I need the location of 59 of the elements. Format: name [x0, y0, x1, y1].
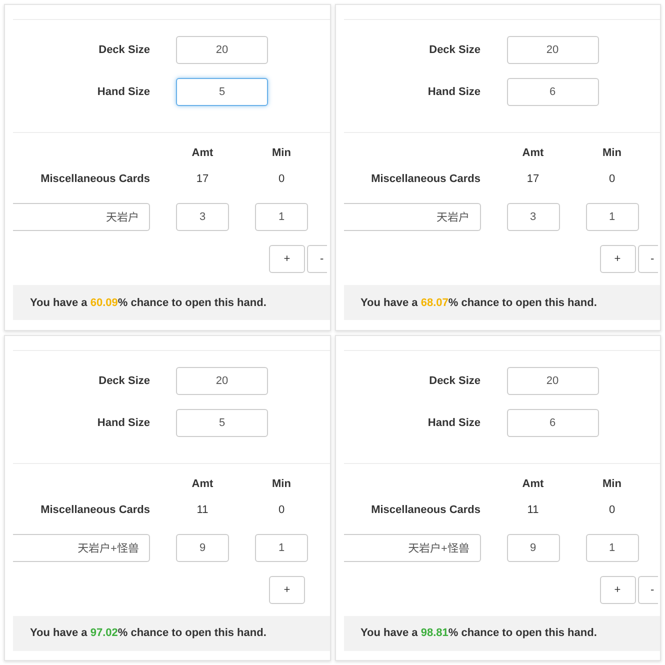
field-label: Deck Size: [429, 44, 480, 56]
card-name-field[interactable]: 天岩户+怪兽: [344, 534, 480, 562]
field-label: Hand Size: [428, 86, 480, 98]
remove-button[interactable]: -: [638, 245, 658, 273]
number-field[interactable]: 1: [255, 534, 308, 562]
number-field[interactable]: 1: [586, 534, 638, 562]
row-label: Miscellaneous Cards: [371, 504, 480, 516]
column-header: Amt: [192, 478, 214, 490]
number-field[interactable]: 5: [176, 408, 268, 436]
field-label: Hand Size: [428, 416, 480, 428]
number-field[interactable]: 9: [506, 534, 560, 562]
result-text: You have a 97.02% chance to open this hand.: [30, 627, 266, 639]
row-label: Miscellaneous Cards: [40, 173, 150, 185]
card-name-field[interactable]: 天岩户: [344, 203, 480, 231]
remove-button[interactable]: -: [638, 576, 658, 604]
result-text: You have a 68.07% chance to open this hand.: [360, 296, 597, 308]
number-field[interactable]: 3: [506, 203, 560, 231]
number-field[interactable]: 20: [176, 36, 268, 64]
table-cell: 0: [278, 504, 285, 516]
number-field[interactable]: 20: [506, 36, 598, 64]
column-header: Amt: [192, 147, 214, 159]
field-label: Deck Size: [98, 374, 150, 386]
number-field[interactable]: 6: [506, 78, 598, 106]
table-cell: 11: [196, 504, 208, 516]
field-label: Deck Size: [429, 374, 480, 386]
column-header: Min: [272, 478, 291, 490]
result-text: You have a 98.81% chance to open this hand.: [360, 627, 597, 639]
add-button[interactable]: +: [600, 245, 636, 273]
table-cell: 0: [608, 173, 616, 185]
field-label: Hand Size: [97, 86, 150, 98]
column-header: Amt: [522, 147, 544, 159]
card-name-field[interactable]: 天岩户+怪兽: [13, 534, 150, 562]
add-button[interactable]: +: [600, 576, 636, 604]
column-header: Amt: [522, 478, 544, 490]
field-label: Deck Size: [98, 44, 150, 56]
number-field[interactable]: 3: [176, 203, 229, 231]
remove-button[interactable]: -: [307, 245, 327, 273]
field-label: Hand Size: [97, 416, 150, 428]
column-header: Min: [602, 478, 622, 490]
number-field[interactable]: 1: [586, 203, 638, 231]
column-header: Min: [272, 147, 291, 159]
row-label: Miscellaneous Cards: [40, 504, 150, 516]
table-cell: 17: [526, 173, 540, 185]
card-name-field[interactable]: 天岩户: [13, 203, 150, 231]
number-field[interactable]: 20: [506, 366, 598, 394]
number-field[interactable]: 1: [255, 203, 308, 231]
number-field[interactable]: 5: [176, 78, 268, 106]
table-cell: 11: [527, 504, 539, 516]
number-field[interactable]: 20: [176, 366, 268, 394]
number-field[interactable]: 6: [506, 408, 598, 436]
row-label: Miscellaneous Cards: [371, 173, 480, 185]
table-cell: 17: [196, 173, 209, 185]
table-cell: 0: [608, 504, 616, 516]
column-header: Min: [602, 147, 622, 159]
result-text: You have a 60.09% chance to open this hand.: [30, 296, 266, 308]
add-button[interactable]: +: [269, 245, 305, 273]
number-field[interactable]: 9: [176, 534, 229, 562]
add-button[interactable]: +: [269, 576, 305, 604]
table-cell: 0: [278, 173, 285, 185]
